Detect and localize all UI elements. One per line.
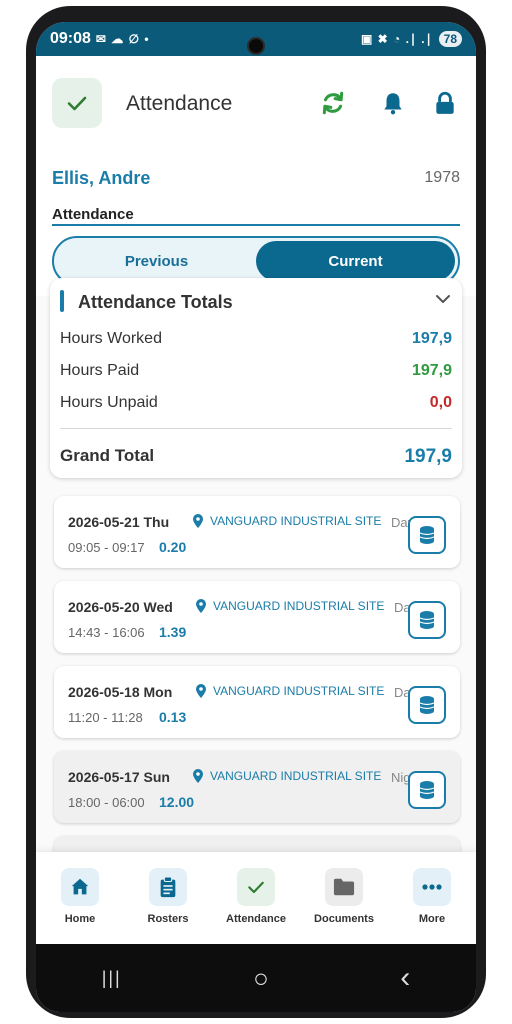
app-screen: 09:08 ✉ ☁ ∅ • ▣ ✖ ◔ .∣ .∣ 78 Attendance … xyxy=(36,22,476,1012)
nav-documents[interactable]: Documents xyxy=(304,868,384,944)
shift-card[interactable]: 2026-05-17 Sun VANGUARD INDUSTRIAL SITE … xyxy=(54,751,460,823)
section-label: Attendance xyxy=(52,206,134,223)
location-pin-icon xyxy=(193,514,203,528)
hours-worked-row: Hours Worked 197,9 xyxy=(60,330,452,348)
status-notification-icons: ✉ ☁ ∅ • xyxy=(95,32,150,46)
user-name: Ellis, Andre xyxy=(52,168,151,188)
bell-icon[interactable] xyxy=(380,90,406,116)
nav-documents-label: Documents xyxy=(314,913,374,925)
section-divider xyxy=(52,224,460,226)
attendance-totals-card[interactable]: Attendance Totals Hours Worked 197,9 Hou… xyxy=(50,278,462,478)
shift-date: 2026-05-17 Sun xyxy=(68,769,170,785)
refresh-icon[interactable] xyxy=(320,90,346,116)
hours-paid-value: 197,9 xyxy=(411,362,452,379)
system-navigation-bar: ||| ○ ‹ xyxy=(36,944,476,1012)
shift-site: VANGUARD INDUSTRIAL SITE xyxy=(213,684,385,698)
nav-attendance-label: Attendance xyxy=(226,913,286,925)
attendance-check-icon xyxy=(52,78,102,128)
recents-button[interactable]: ||| xyxy=(102,968,122,989)
nav-more[interactable]: More xyxy=(392,868,472,944)
nav-rosters-label: Rosters xyxy=(147,913,189,925)
grand-total-value: 197,9 xyxy=(404,446,452,467)
more-icon xyxy=(413,868,451,906)
hours-paid-row: Hours Paid 197,9 xyxy=(60,362,452,380)
home-button[interactable]: ○ xyxy=(253,963,269,994)
app-header: Attendance Ellis, Andre 1978 Attendance … xyxy=(36,56,476,296)
previous-tab[interactable]: Previous xyxy=(57,241,256,281)
status-system-icons: ▣ ✖ ◔ .∣ .∣ xyxy=(360,32,433,46)
shift-date: 2026-05-20 Wed xyxy=(68,599,173,615)
shift-hours: 0.13 xyxy=(159,709,187,725)
hours-unpaid-label: Hours Unpaid xyxy=(60,394,158,411)
folder-icon xyxy=(325,868,363,906)
totals-title: Attendance Totals xyxy=(78,292,233,312)
grand-total-label: Grand Total xyxy=(60,446,155,465)
coins-icon[interactable] xyxy=(408,686,446,724)
nav-attendance[interactable]: Attendance xyxy=(216,868,296,944)
nav-home-label: Home xyxy=(64,913,96,925)
check-icon xyxy=(237,868,275,906)
page-title: Attendance xyxy=(126,92,233,115)
location-pin-icon xyxy=(196,684,206,698)
totals-divider xyxy=(60,428,452,429)
location-pin-icon xyxy=(193,769,203,783)
location-pin-icon xyxy=(196,599,206,613)
nav-more-label: More xyxy=(418,913,446,925)
shift-card[interactable]: 2026-05-21 Thu VANGUARD INDUSTRIAL SITE … xyxy=(54,496,460,568)
shift-hours: 1.39 xyxy=(159,624,187,640)
shift-hours: 0.20 xyxy=(159,539,187,555)
shift-card[interactable]: 2026-05-18 Mon VANGUARD INDUSTRIAL SITE … xyxy=(54,666,460,738)
shift-site: VANGUARD INDUSTRIAL SITE xyxy=(210,514,382,528)
shift-site: VANGUARD INDUSTRIAL SITE xyxy=(210,769,382,783)
coins-icon[interactable] xyxy=(408,771,446,809)
chevron-down-icon[interactable] xyxy=(434,290,452,308)
grand-total-row: Grand Total 197,9 xyxy=(60,446,452,468)
shift-time: 18:00 - 06:00 xyxy=(68,795,145,810)
nav-home[interactable]: Home xyxy=(40,868,120,944)
front-camera xyxy=(247,37,265,55)
status-time: 09:08 xyxy=(50,30,91,47)
shift-time: 11:20 - 11:28 xyxy=(68,710,143,725)
hours-worked-label: Hours Worked xyxy=(60,330,162,347)
coins-icon[interactable] xyxy=(408,516,446,554)
home-icon xyxy=(61,868,99,906)
hours-paid-label: Hours Paid xyxy=(60,362,140,379)
user-id: 1978 xyxy=(424,169,460,186)
shift-date: 2026-05-21 Thu xyxy=(68,514,170,530)
card-accent-bar xyxy=(60,290,64,312)
shift-card[interactable]: 2026-05-20 Wed VANGUARD INDUSTRIAL SITE … xyxy=(54,581,460,653)
hours-worked-value: 197,9 xyxy=(411,330,452,347)
battery-level: 78 xyxy=(438,31,462,47)
shift-hours: 12.00 xyxy=(159,794,195,810)
hours-unpaid-value: 0,0 xyxy=(429,394,452,411)
coins-icon[interactable] xyxy=(408,601,446,639)
current-tab[interactable]: Current xyxy=(256,241,455,281)
lock-icon[interactable] xyxy=(432,90,458,116)
shift-time: 09:05 - 09:17 xyxy=(68,540,145,555)
back-button[interactable]: ‹ xyxy=(400,961,410,995)
shift-date: 2026-05-18 Mon xyxy=(68,684,173,700)
clipboard-icon xyxy=(149,868,187,906)
bottom-navigation: Home Rosters Attendance Documents More xyxy=(36,852,476,944)
shift-time: 14:43 - 16:06 xyxy=(68,625,145,640)
hours-unpaid-row: Hours Unpaid 0,0 xyxy=(60,394,452,412)
nav-rosters[interactable]: Rosters xyxy=(128,868,208,944)
shift-site: VANGUARD INDUSTRIAL SITE xyxy=(213,599,385,613)
